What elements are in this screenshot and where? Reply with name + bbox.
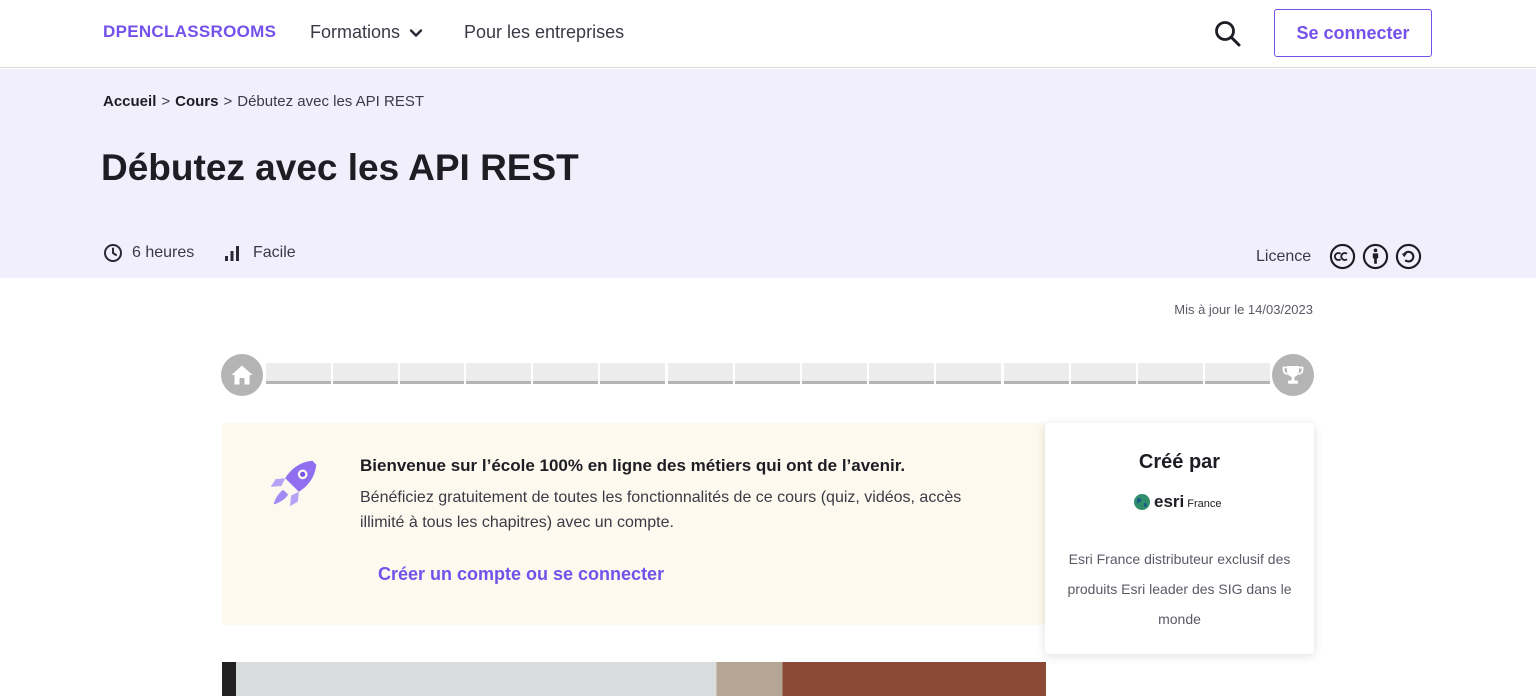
esri-logo-country: France	[1187, 497, 1222, 510]
chevron-down-icon	[409, 28, 423, 37]
esri-france-logo[interactable]: esri France	[1133, 492, 1222, 512]
login-button[interactable]: Se connecter	[1274, 9, 1432, 57]
track-home-button[interactable]	[221, 354, 263, 396]
track-chapter-segment[interactable]	[802, 363, 867, 384]
track-chapter-segment[interactable]	[1205, 363, 1270, 384]
nav-formations-label: Formations	[310, 22, 401, 42]
nav-entreprises-label: Pour les entreprises	[464, 22, 625, 42]
creator-title: Créé par	[1138, 451, 1221, 473]
track-chapter-segment[interactable]	[332, 363, 398, 384]
track-trophy-button[interactable]	[1272, 354, 1314, 396]
attribution-icon[interactable]	[1362, 243, 1389, 270]
openclassrooms-logo[interactable]: DPENCLASSROOMS	[103, 22, 276, 42]
track-chapter-segment[interactable]	[1071, 363, 1136, 384]
course-level-text: Facile	[253, 244, 296, 261]
track-chapter-segment[interactable]	[399, 363, 465, 384]
breadcrumb: Accueil > Cours > Débutez avec les API R…	[103, 93, 424, 110]
nav-pour-les-entreprises[interactable]: Pour les entreprises	[464, 22, 624, 43]
breadcrumb-separator: >	[161, 93, 171, 110]
course-hero: Accueil > Cours > Débutez avec les API R…	[0, 69, 1536, 278]
rocket-icon	[270, 460, 317, 507]
track-part-2	[668, 363, 1001, 384]
track-chapter-segment[interactable]	[1138, 363, 1203, 384]
trophy-icon	[1282, 366, 1304, 384]
breadcrumb-courses[interactable]: Cours	[175, 93, 218, 110]
breadcrumb-separator: >	[223, 93, 233, 110]
track-chapter-segment[interactable]	[735, 363, 800, 384]
breadcrumb-current: Débutez avec les API REST	[237, 93, 424, 110]
creator-description: Esri France distributeur exclusif des pr…	[1067, 551, 1292, 627]
course-progress-track	[221, 354, 1314, 396]
licence: Licence	[1256, 243, 1422, 270]
course-level: Facile	[222, 243, 296, 263]
track-chapter-segment[interactable]	[600, 363, 665, 384]
nav-formations[interactable]: Formations	[310, 22, 424, 43]
licence-label: Licence	[1256, 247, 1312, 265]
search-icon	[1215, 21, 1241, 47]
home-icon	[231, 365, 253, 385]
track-chapter-segment[interactable]	[466, 363, 532, 384]
track-chapter-segment[interactable]	[266, 363, 331, 384]
track-chapter-segment[interactable]	[1004, 363, 1069, 384]
course-video-preview[interactable]	[222, 662, 1046, 696]
top-navigation-bar: DPENCLASSROOMS Formations Pour les entre…	[0, 0, 1536, 68]
welcome-description: Bénéficiez gratuitement de toutes les fo…	[360, 489, 962, 531]
creator-card: Créé par esri France Esri France distrib…	[1045, 423, 1314, 654]
esri-logo-text: esri	[1154, 492, 1185, 511]
clock-icon	[104, 244, 122, 262]
last-updated-date: Mis à jour le 14/03/2023	[1174, 302, 1313, 317]
track-chapter-segment[interactable]	[936, 363, 1001, 384]
track-part-1	[266, 363, 665, 384]
search-button[interactable]	[1212, 18, 1244, 50]
sharealike-icon[interactable]	[1395, 243, 1422, 270]
globe-icon	[1134, 494, 1150, 510]
welcome-title: Bienvenue sur l’école 100% en ligne des …	[360, 456, 906, 475]
level-bars-icon	[225, 246, 239, 261]
track-chapter-segment[interactable]	[668, 363, 733, 384]
welcome-banner: Bienvenue sur l’école 100% en ligne des …	[222, 423, 1046, 625]
page-title: Débutez avec les API REST	[101, 147, 579, 188]
track-chapter-segment[interactable]	[533, 363, 599, 384]
track-chapter-segment[interactable]	[869, 363, 934, 384]
course-duration: 6 heures	[103, 243, 194, 263]
track-part-3	[1004, 363, 1270, 384]
breadcrumb-home[interactable]: Accueil	[103, 93, 156, 110]
course-duration-text: 6 heures	[132, 244, 195, 261]
create-account-link[interactable]: Créer un compte ou se connecter	[378, 564, 664, 585]
cc-icon[interactable]	[1329, 243, 1356, 270]
